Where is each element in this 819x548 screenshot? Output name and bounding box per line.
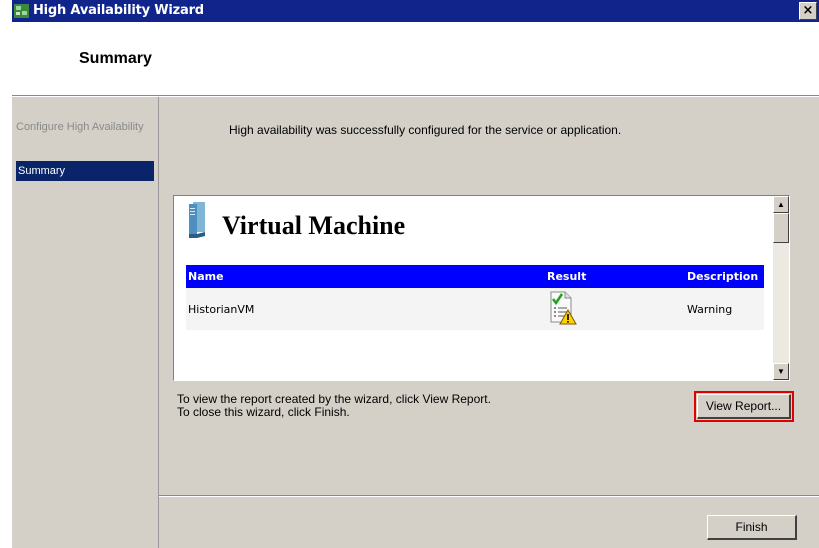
scroll-down-icon: ▼ [777, 367, 785, 376]
scrollbar-thumb[interactable] [773, 213, 789, 243]
nav-step-configure: Configure High Availability [16, 121, 144, 133]
warning-report-icon [550, 291, 577, 324]
cluster-app-icon [14, 4, 29, 18]
cell-description: Warning [687, 302, 733, 316]
column-header-result: Result [547, 270, 587, 283]
wizard-content: High availability was successfully confi… [159, 97, 819, 548]
window-title: High Availability Wizard [33, 3, 204, 18]
cell-name: HistorianVM [188, 302, 255, 316]
page-title: Summary [79, 50, 152, 67]
column-header-description: Description [687, 270, 759, 283]
nav-step-summary-label: Summary [18, 165, 66, 177]
report-table: Name Result Description HistorianVM Warn… [186, 265, 764, 330]
scroll-down-button[interactable]: ▼ [773, 363, 789, 380]
report-view[interactable]: Virtual Machine Name Result Description … [173, 195, 790, 381]
scroll-up-icon: ▲ [777, 200, 785, 209]
instructions-text: To view the report created by the wizard… [177, 393, 491, 419]
footer-divider-highlight [159, 496, 819, 497]
scroll-up-button[interactable]: ▲ [773, 196, 789, 213]
report-scrollbar[interactable]: ▲ ▼ [773, 196, 789, 380]
view-report-button[interactable]: View Report... [694, 391, 794, 422]
close-icon: × [802, 3, 814, 18]
cell-result [545, 288, 685, 330]
report-title: Virtual Machine [222, 211, 406, 240]
window-titlebar[interactable]: High Availability Wizard × [12, 0, 819, 22]
virtual-machine-icon [189, 202, 205, 238]
instruction-finish: To close this wizard, click Finish. [177, 405, 350, 419]
wizard-steps-nav: Configure High Availability Summary [12, 97, 159, 548]
nav-step-summary: Summary [16, 161, 154, 181]
success-message: High availability was successfully confi… [229, 123, 622, 137]
table-row: HistorianVM Warning [186, 288, 764, 330]
close-button[interactable]: × [799, 2, 817, 20]
finish-button[interactable]: Finish [707, 515, 797, 540]
column-header-name: Name [188, 270, 224, 283]
wizard-header: Summary [12, 22, 819, 96]
report-table-header: Name Result Description [186, 265, 764, 288]
